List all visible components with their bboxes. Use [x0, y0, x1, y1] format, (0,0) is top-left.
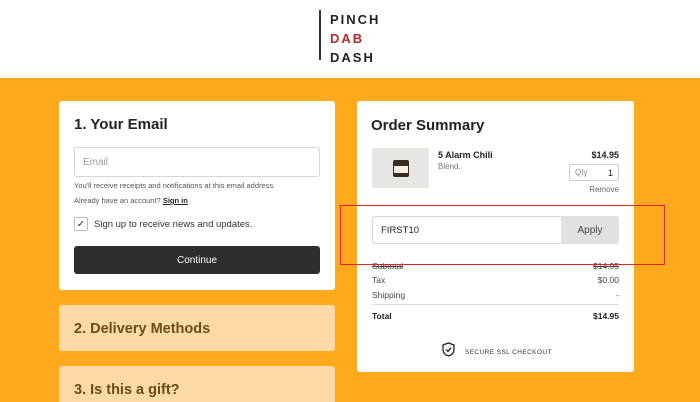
- continue-button[interactable]: Continue: [74, 246, 320, 274]
- secure-checkout-label: SECURE SSL CHECKOUT: [465, 348, 552, 356]
- checkmark-icon: ✓: [76, 218, 86, 230]
- quantity-label: Qty: [575, 168, 588, 177]
- product-name: 5 Alarm Chili: [438, 150, 493, 160]
- tax-label: Tax: [372, 275, 386, 285]
- delivery-section-title: 2. Delivery Methods: [74, 321, 211, 337]
- product-image: [372, 148, 429, 188]
- tax-value: $0.00: [597, 275, 619, 285]
- spice-jar-icon: [392, 159, 409, 177]
- order-summary-title: Order Summary: [371, 117, 485, 134]
- quantity-value: 1: [607, 167, 613, 178]
- delivery-section[interactable]: 2. Delivery Methods: [59, 305, 335, 351]
- gift-section[interactable]: 3. Is this a gift?: [59, 366, 335, 402]
- email-section: 1. Your Email Email You'll receive recei…: [59, 101, 335, 290]
- email-field[interactable]: Email: [74, 147, 320, 177]
- newsletter-row[interactable]: ✓ Sign up to receive news and updates.: [74, 217, 252, 231]
- brand-line-1: PINCH: [330, 12, 381, 27]
- shipping-label: Shipping: [372, 290, 406, 300]
- total-row: Total $14.95: [372, 311, 619, 321]
- account-prompt-text: Already have an account?: [74, 196, 161, 205]
- product-subtitle: Blend.: [438, 162, 461, 171]
- sign-in-link[interactable]: Sign in: [163, 196, 188, 205]
- total-label: Total: [372, 311, 392, 321]
- newsletter-checkbox[interactable]: ✓: [74, 217, 88, 231]
- quantity-field[interactable]: Qty 1: [569, 164, 619, 181]
- brand-line-2: DAB: [330, 31, 365, 46]
- summary-divider: [372, 304, 619, 305]
- site-header: PINCH DAB DASH: [0, 0, 700, 78]
- remove-item-link[interactable]: Remove: [589, 185, 619, 194]
- tax-row: Tax $0.00: [372, 275, 619, 285]
- email-hint: You'll receive receipts and notification…: [74, 181, 276, 190]
- secure-checkout-badge: SECURE SSL CHECKOUT: [442, 342, 552, 362]
- highlight-box: [340, 205, 665, 265]
- total-value: $14.95: [593, 311, 619, 321]
- brand-logo[interactable]: PINCH DAB DASH: [319, 10, 399, 65]
- gift-section-title: 3. Is this a gift?: [74, 382, 180, 398]
- newsletter-label: Sign up to receive news and updates.: [94, 218, 253, 230]
- email-section-title: 1. Your Email: [74, 116, 168, 133]
- account-prompt: Already have an account? Sign in: [74, 196, 188, 205]
- shipping-value: -: [616, 290, 619, 300]
- product-price: $14.95: [591, 150, 619, 160]
- shipping-row: Shipping -: [372, 290, 619, 300]
- brand-line-3: DASH: [330, 50, 375, 65]
- shield-check-icon: [442, 342, 455, 362]
